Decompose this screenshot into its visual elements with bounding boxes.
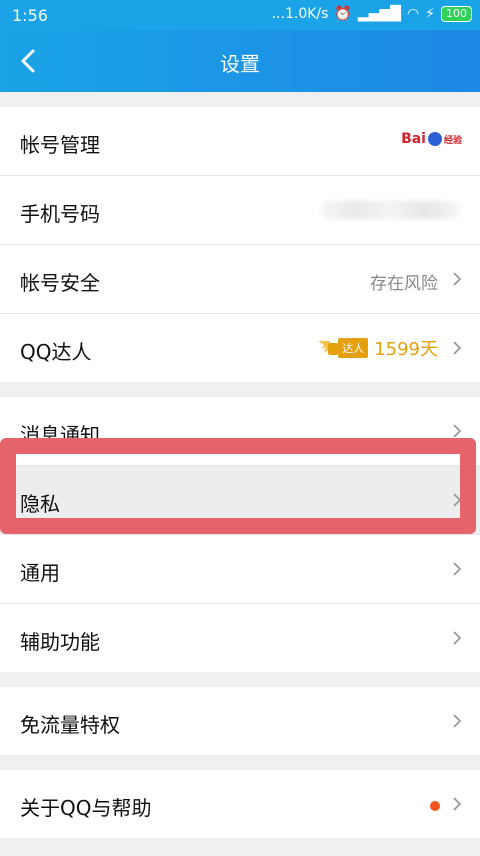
expert-days: 1599天 (374, 339, 438, 360)
qq-expert-badge: 达人 1599天 (316, 335, 438, 361)
settings-item-phone-number[interactable]: 手机号码 (0, 176, 480, 245)
settings-item-qq-expert[interactable]: QQ达人 达人 1599天 (0, 314, 480, 382)
settings-item-label: 免流量特权 (20, 713, 120, 737)
chevron-right-icon (453, 341, 462, 355)
chevron-right-icon (453, 714, 462, 728)
blurred-phone-value (320, 201, 460, 219)
title-bar: 设置 (0, 30, 480, 92)
settings-item-free-data[interactable]: 免流量特权 (0, 687, 480, 755)
chevron-right-icon (453, 797, 462, 811)
settings-item-notifications[interactable]: 消息通知 (0, 397, 480, 466)
wifi-icon: ◠ (406, 6, 420, 22)
settings-item-label: 关于QQ与帮助 (20, 796, 152, 820)
settings-item-label: 消息通知 (20, 423, 100, 447)
settings-item-privacy[interactable]: 隐私 (0, 466, 480, 535)
notification-dot-icon (430, 801, 440, 811)
status-icons: ...1.0K/s ⏰ ▂▄▆█ ◠ ⚡ 100 (272, 6, 472, 22)
chevron-right-icon (453, 562, 462, 576)
settings-item-label: 手机号码 (20, 202, 100, 226)
settings-list: 帐号管理 Bai经验 手机号码 帐号安全 存在风险 QQ达人 达人 1599天 (0, 92, 480, 838)
security-status: 存在风险 (370, 274, 438, 294)
expert-tag: 达人 (338, 338, 369, 358)
settings-item-account-management[interactable]: 帐号管理 Bai 经验 (0, 107, 480, 176)
settings-item-about-help[interactable]: 关于QQ与帮助 (0, 770, 480, 838)
network-speed: ...1.0K/s (271, 6, 329, 22)
expert-wing-icon (318, 341, 339, 355)
chevron-right-icon (453, 493, 462, 507)
status-bar: 1:56 ...1.0K/s ⏰ ▂▄▆█ ◠ ⚡ 100 (0, 0, 480, 30)
settings-item-label: 帐号管理 (20, 133, 100, 157)
baidu-logo-icon: Bai 经验 (401, 131, 462, 147)
alarm-icon: ⏰ (334, 6, 352, 22)
battery-icon: 100 (441, 6, 472, 22)
chevron-right-icon (453, 272, 462, 286)
settings-item-label: QQ达人 (20, 340, 92, 364)
settings-item-general[interactable]: 通用 (0, 535, 480, 604)
charging-icon: ⚡ (425, 6, 435, 22)
signal-icon: ▂▄▆█ (357, 6, 401, 22)
settings-item-account-security[interactable]: 帐号安全 存在风险 (0, 245, 480, 314)
settings-item-accessibility[interactable]: 辅助功能 (0, 604, 480, 672)
chevron-right-icon (453, 424, 462, 438)
settings-item-label: 辅助功能 (20, 630, 100, 654)
settings-item-label: 通用 (20, 561, 60, 585)
settings-item-label: 帐号安全 (20, 271, 100, 295)
page-title: 设置 (220, 52, 260, 76)
chevron-right-icon (453, 631, 462, 645)
status-time: 1:56 (12, 6, 48, 25)
settings-item-label: 隐私 (20, 492, 60, 516)
